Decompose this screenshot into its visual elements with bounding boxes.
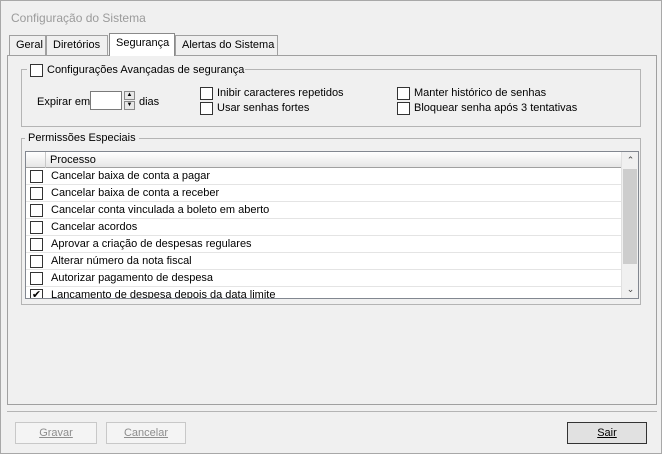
- exit-button[interactable]: Sair: [567, 422, 647, 444]
- row-label: Cancelar baixa de conta a receber: [51, 187, 220, 199]
- scroll-thumb[interactable]: [623, 169, 637, 264]
- footer-divider: [7, 411, 657, 412]
- grid-vertical-scrollbar[interactable]: ⌃ ⌄: [621, 152, 638, 298]
- row-label: Autorizar pagamento de despesa: [51, 272, 214, 284]
- tab-diretorios[interactable]: Diretórios: [46, 35, 108, 55]
- block-after-attempts-checkbox[interactable]: [397, 102, 410, 115]
- expire-days-stepper: ▲ ▼: [124, 91, 135, 110]
- grid-header-processo[interactable]: Processo: [50, 154, 96, 166]
- table-row[interactable]: ✔ Lançamento de despesa depois da data li…: [26, 287, 622, 299]
- expire-label: Expirar em: [37, 96, 91, 108]
- block-after-attempts-label: Bloquear senha após 3 tentativas: [414, 102, 578, 114]
- save-button[interactable]: Gravar: [15, 422, 97, 444]
- cancel-button[interactable]: Cancelar: [106, 422, 186, 444]
- row-label: Cancelar acordos: [51, 221, 138, 233]
- table-row[interactable]: Alterar número da nota fiscal: [26, 253, 622, 270]
- row-checkbox[interactable]: [30, 221, 43, 234]
- tab-geral[interactable]: Geral: [9, 35, 46, 55]
- save-button-label: Gravar: [39, 427, 73, 439]
- table-row[interactable]: Autorizar pagamento de despesa: [26, 270, 622, 287]
- table-row[interactable]: Cancelar acordos: [26, 219, 622, 236]
- system-config-window: Configuração do Sistema Geral Diretórios…: [0, 0, 662, 454]
- row-checkbox[interactable]: [30, 170, 43, 183]
- tab-alertas-do-sistema[interactable]: Alertas do Sistema: [175, 35, 278, 55]
- table-row[interactable]: Aprovar a criação de despesas regulares: [26, 236, 622, 253]
- title-bar: Configuração do Sistema: [1, 1, 661, 31]
- scroll-up-icon[interactable]: ⌃: [622, 152, 638, 169]
- stepper-up-icon[interactable]: ▲: [124, 91, 135, 100]
- stepper-down-icon[interactable]: ▼: [124, 101, 135, 110]
- row-checkbox[interactable]: [30, 255, 43, 268]
- row-label: Alterar número da nota fiscal: [51, 255, 192, 267]
- tab-seguranca[interactable]: Segurança: [109, 33, 175, 56]
- inhibit-repeated-chars-label: Inibir caracteres repetidos: [217, 87, 344, 99]
- cancel-button-label: Cancelar: [123, 427, 169, 439]
- permissions-grid: Processo Cancelar baixa de conta a pagar…: [25, 151, 639, 299]
- keep-password-history-checkbox[interactable]: [397, 87, 410, 100]
- row-label: Lançamento de despesa depois da data lim…: [51, 289, 276, 299]
- row-label: Cancelar conta vinculada a boleto em abe…: [51, 204, 270, 216]
- expire-unit-label: dias: [139, 96, 160, 108]
- strong-passwords-label: Usar senhas fortes: [217, 102, 310, 114]
- inhibit-repeated-chars-checkbox[interactable]: [200, 87, 213, 100]
- grid-header-check-column: [26, 152, 46, 168]
- keep-password-history-label: Manter histórico de senhas: [414, 87, 547, 99]
- row-checkbox[interactable]: [30, 187, 43, 200]
- row-checkbox[interactable]: [30, 272, 43, 285]
- row-checkbox[interactable]: [30, 238, 43, 251]
- row-label: Aprovar a criação de despesas regulares: [51, 238, 252, 250]
- table-row[interactable]: Cancelar conta vinculada a boleto em abe…: [26, 202, 622, 219]
- expire-days-input[interactable]: [90, 91, 122, 110]
- exit-button-label: Sair: [597, 427, 617, 439]
- row-checkbox[interactable]: [30, 204, 43, 217]
- scroll-down-icon[interactable]: ⌄: [622, 281, 638, 298]
- window-title: Configuração do Sistema: [11, 11, 146, 25]
- row-label: Cancelar baixa de conta a pagar: [51, 170, 210, 182]
- special-permissions-legend: Permissões Especiais: [25, 132, 139, 144]
- grid-rows: Cancelar baixa de conta a pagar Cancelar…: [26, 168, 622, 299]
- advanced-security-checkbox[interactable]: [30, 64, 43, 77]
- advanced-security-label: Configurações Avançadas de segurança: [47, 64, 245, 76]
- table-row[interactable]: Cancelar baixa de conta a pagar: [26, 168, 622, 185]
- strong-passwords-checkbox[interactable]: [200, 102, 213, 115]
- row-checkbox-checked[interactable]: ✔: [30, 289, 43, 298]
- table-row[interactable]: Cancelar baixa de conta a receber: [26, 185, 622, 202]
- grid-header: Processo: [26, 152, 622, 168]
